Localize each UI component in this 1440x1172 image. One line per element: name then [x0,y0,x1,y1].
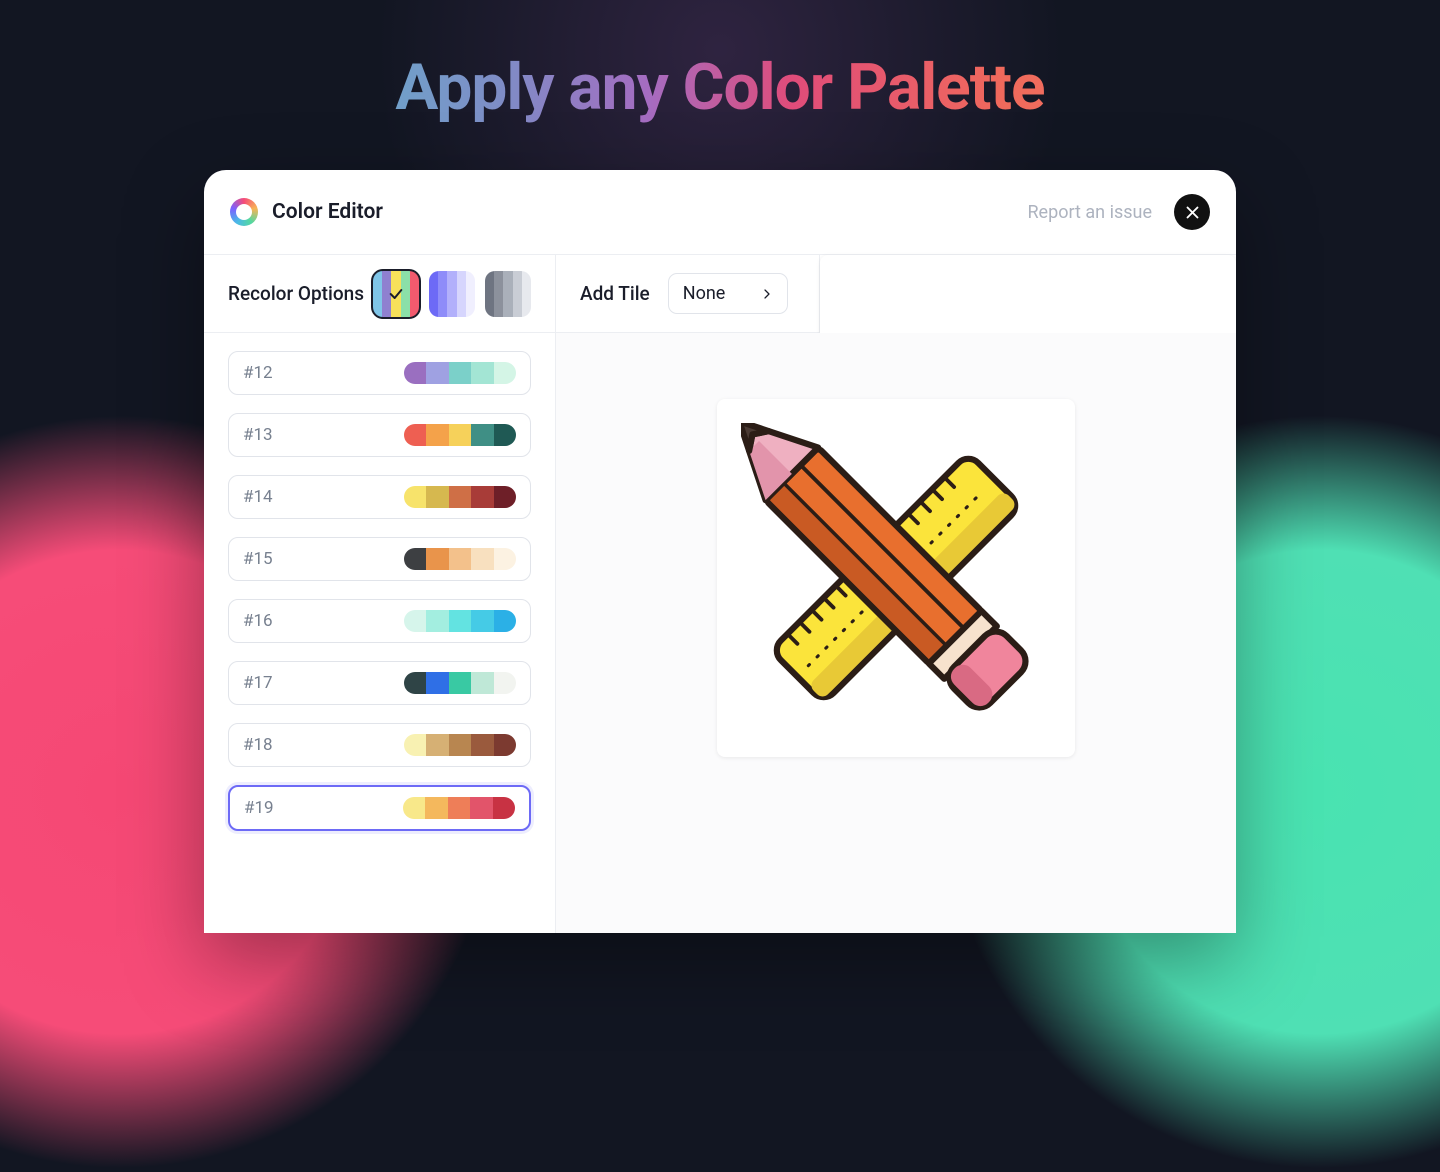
recolor-section: Recolor Options [204,255,556,332]
palette-name: #15 [243,549,273,569]
artboard[interactable] [717,399,1075,757]
palette-name: #12 [243,363,273,383]
palette-item[interactable]: #12 [228,351,531,395]
palette-item[interactable]: #17 [228,661,531,705]
palette-swatch [404,610,516,632]
palette-item[interactable]: #13 [228,413,531,457]
check-icon [388,286,404,302]
hero-title: Apply any Color Palette [0,50,1440,125]
modal-body: #12 #13 #14 #15 #16 #17 #18 #19 [204,333,1236,933]
recolor-option-purple[interactable] [429,271,475,317]
palette-swatch [404,548,516,570]
palette-list[interactable]: #12 #13 #14 #15 #16 #17 #18 #19 [204,333,556,933]
recolor-option-gray[interactable] [485,271,531,317]
palette-swatch [404,362,516,384]
report-issue-link[interactable]: Report an issue [1027,202,1152,223]
color-wheel-icon [230,198,258,226]
palette-swatch [404,672,516,694]
palette-name: #16 [243,611,273,631]
chevron-right-icon [761,288,773,300]
palette-swatch [404,424,516,446]
palette-swatch [404,486,516,508]
color-editor-modal: Color Editor Report an issue Recolor Opt… [204,170,1236,933]
palette-item[interactable]: #14 [228,475,531,519]
palette-name: #18 [243,735,273,755]
palette-item[interactable]: #15 [228,537,531,581]
palette-name: #17 [243,673,273,693]
recolor-label: Recolor Options [228,282,364,305]
palette-name: #19 [244,798,274,818]
addtile-value: None [683,283,726,304]
palette-item[interactable]: #19 [228,785,531,831]
recolor-option-multi[interactable] [373,271,419,317]
modal-header: Color Editor Report an issue [204,170,1236,255]
pencil-ruler-icon [741,423,1051,733]
close-icon [1185,205,1200,220]
modal-title: Color Editor [272,200,383,224]
palette-swatch [403,797,515,819]
palette-name: #13 [243,425,273,445]
palette-item[interactable]: #18 [228,723,531,767]
palette-name: #14 [243,487,273,507]
toolbar: Recolor Options Add Tile None Show Artbo… [204,255,1236,333]
palette-item[interactable]: #16 [228,599,531,643]
addtile-label: Add Tile [580,282,650,305]
close-button[interactable] [1174,194,1210,230]
palette-swatch [404,734,516,756]
canvas-area [556,333,1236,933]
addtile-dropdown[interactable]: None [668,273,789,314]
addtile-section: Add Tile None [556,255,820,332]
